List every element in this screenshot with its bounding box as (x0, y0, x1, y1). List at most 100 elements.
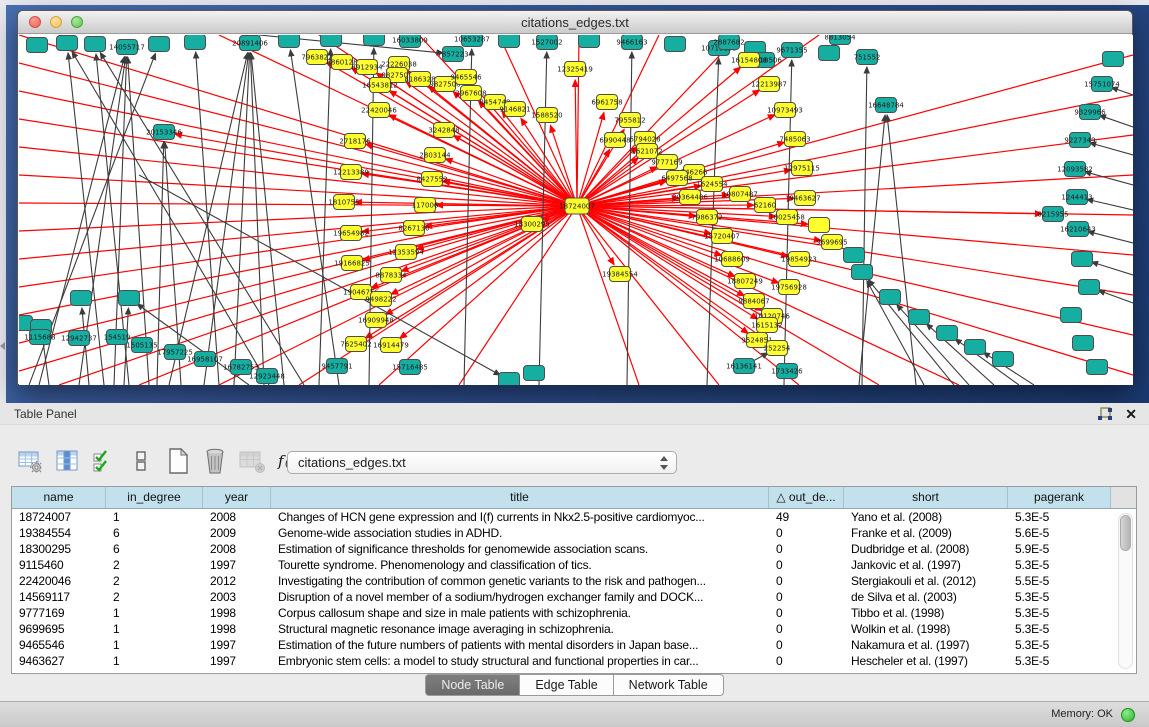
float-panel-icon[interactable] (1097, 407, 1113, 421)
table-row[interactable]: 1456911722003Disruption of a novel membe… (12, 589, 1136, 605)
cell-out_de[interactable]: 0 (769, 621, 844, 637)
cell-out_de[interactable]: 0 (769, 653, 844, 669)
cell-in_degree[interactable]: 1 (106, 605, 203, 621)
cell-title[interactable]: Disruption of a novel member of a sodium… (271, 589, 769, 605)
delete-column-icon[interactable] (201, 447, 229, 475)
graph-node[interactable]: 12325419 (557, 62, 593, 77)
cell-name[interactable]: 19384554 (12, 525, 106, 541)
cell-out_de[interactable]: 0 (769, 637, 844, 653)
graph-node[interactable]: 1588520 (531, 108, 562, 123)
tab-network-table[interactable]: Network Table (614, 674, 724, 696)
graph-node[interactable] (499, 373, 520, 386)
cell-short[interactable]: Hescheler et al. (1997) (844, 653, 1008, 669)
cell-out_de[interactable]: 0 (769, 525, 844, 541)
graph-node[interactable] (819, 46, 840, 61)
graph-node[interactable] (809, 218, 830, 233)
cell-pagerank[interactable]: 5.3E-5 (1008, 557, 1111, 573)
graph-node[interactable]: 9699695 (816, 235, 847, 250)
graph-node[interactable]: 15751074 (1084, 77, 1120, 92)
graph-node[interactable]: 6990448 (599, 133, 630, 148)
cell-out_de[interactable]: 0 (769, 573, 844, 589)
cell-name[interactable]: 9463627 (12, 653, 106, 669)
graph-node[interactable]: 9465546 (450, 70, 482, 85)
cell-year[interactable]: 1997 (203, 637, 271, 653)
cell-year[interactable]: 2012 (203, 573, 271, 589)
table-row[interactable]: 1938455462009Genome-wide association stu… (12, 525, 1136, 541)
graph-node[interactable]: 1244413 (1061, 190, 1092, 205)
graph-node[interactable]: 16210643 (1060, 222, 1096, 237)
graph-node[interactable] (1079, 280, 1100, 295)
cell-pagerank[interactable]: 5.9E-5 (1008, 541, 1111, 557)
graph-node[interactable]: 8813054 (824, 35, 856, 45)
cell-title[interactable]: Corpus callosum shape and size in male p… (271, 605, 769, 621)
graph-node[interactable]: 9329966 (1074, 105, 1106, 120)
cell-title[interactable]: Investigating the contribution of common… (271, 573, 769, 589)
cell-year[interactable]: 1997 (203, 653, 271, 669)
cell-title[interactable]: Estimation of the future numbers of pati… (271, 637, 769, 653)
column-header-name[interactable]: name (12, 487, 106, 508)
graph-node[interactable]: 117006 (412, 198, 439, 213)
graph-node[interactable]: 8912934 (351, 60, 383, 75)
graph-node[interactable]: 6961758 (591, 95, 622, 110)
column-header-in_degree[interactable]: in_degree (106, 487, 203, 508)
column-header-short[interactable]: short (844, 487, 1008, 508)
cell-pagerank[interactable]: 5.3E-5 (1008, 621, 1111, 637)
cell-pagerank[interactable]: 5.3E-5 (1008, 653, 1111, 669)
close-panel-icon[interactable]: ✕ (1125, 403, 1137, 425)
cell-title[interactable]: Changes of HCN gene expression and I(f) … (271, 509, 769, 525)
graph-node[interactable]: 22420046 (361, 103, 397, 118)
graph-node[interactable]: 12093582 (1057, 162, 1093, 177)
column-header-out_de[interactable]: △ out_de... (769, 487, 844, 508)
cell-short[interactable]: Wolkin et al. (1998) (844, 621, 1008, 637)
graph-node[interactable]: 12353594 (388, 245, 424, 260)
cell-in_degree[interactable]: 1 (106, 509, 203, 525)
graph-node[interactable] (57, 36, 78, 51)
cell-short[interactable]: Dudbridge et al. (2008) (844, 541, 1008, 557)
graph-node[interactable] (1073, 336, 1094, 351)
graph-node[interactable] (579, 35, 600, 48)
network-window-titlebar[interactable]: citations_edges.txt (18, 11, 1132, 34)
cell-out_de[interactable]: 0 (769, 589, 844, 605)
table-row[interactable]: 1830029562008Estimation of significance … (12, 541, 1136, 557)
graph-node[interactable]: 62160 (754, 198, 776, 213)
graph-node[interactable] (185, 35, 206, 50)
graph-node[interactable]: 7955812 (614, 113, 645, 128)
cell-short[interactable]: Stergiakouli et al. (2012) (844, 573, 1008, 589)
panel-collapse-arrow-icon[interactable] (0, 342, 5, 350)
cell-title[interactable]: Estimation of significance thresholds fo… (271, 541, 769, 557)
cell-in_degree[interactable]: 1 (106, 621, 203, 637)
graph-node[interactable]: 16909948 (358, 313, 394, 328)
cell-year[interactable]: 2008 (203, 509, 271, 525)
graph-node[interactable] (85, 37, 106, 52)
cell-name[interactable]: 9465546 (12, 637, 106, 653)
graph-node[interactable]: 8878334 (375, 268, 407, 283)
graph-node[interactable]: 252254 (764, 341, 791, 356)
cell-title[interactable]: Genome-wide association studies in ADHD. (271, 525, 769, 541)
graph-node[interactable] (1087, 360, 1108, 375)
graph-node[interactable] (524, 366, 545, 381)
table-row[interactable]: 969969511998Structural magnetic resonanc… (12, 621, 1136, 637)
cell-pagerank[interactable]: 5.6E-5 (1008, 525, 1111, 541)
cell-pagerank[interactable]: 5.3E-5 (1008, 589, 1111, 605)
cell-title[interactable]: Structural magnetic resonance image aver… (271, 621, 769, 637)
graph-node[interactable]: 14055717 (109, 40, 145, 55)
graph-node[interactable] (364, 35, 385, 46)
column-header-pagerank[interactable]: pagerank (1008, 487, 1111, 508)
network-graph-canvas[interactable]: 1405571720891406160338091065328715270029… (19, 35, 1133, 385)
tab-node-table[interactable]: Node Table (425, 674, 520, 696)
cell-name[interactable]: 9115460 (12, 557, 106, 573)
cell-pagerank[interactable]: 5.5E-5 (1008, 573, 1111, 589)
graph-node[interactable] (852, 265, 873, 280)
cell-in_degree[interactable]: 1 (106, 653, 203, 669)
cell-name[interactable]: 18724007 (12, 509, 106, 525)
table-selector-dropdown[interactable]: citations_edges.txt (287, 451, 677, 474)
table-vertical-scrollbar[interactable] (1118, 513, 1133, 669)
table-row[interactable]: 911546021997Tourette syndrome. Phenomeno… (12, 557, 1136, 573)
cell-in_degree[interactable]: 1 (106, 637, 203, 653)
graph-node[interactable] (119, 291, 140, 306)
cell-pagerank[interactable]: 5.3E-5 (1008, 637, 1111, 653)
column-header-title[interactable]: title (271, 487, 769, 508)
graph-node[interactable] (909, 310, 930, 325)
column-header-year[interactable]: year (203, 487, 271, 508)
graph-node[interactable]: 19654982 (333, 226, 369, 241)
